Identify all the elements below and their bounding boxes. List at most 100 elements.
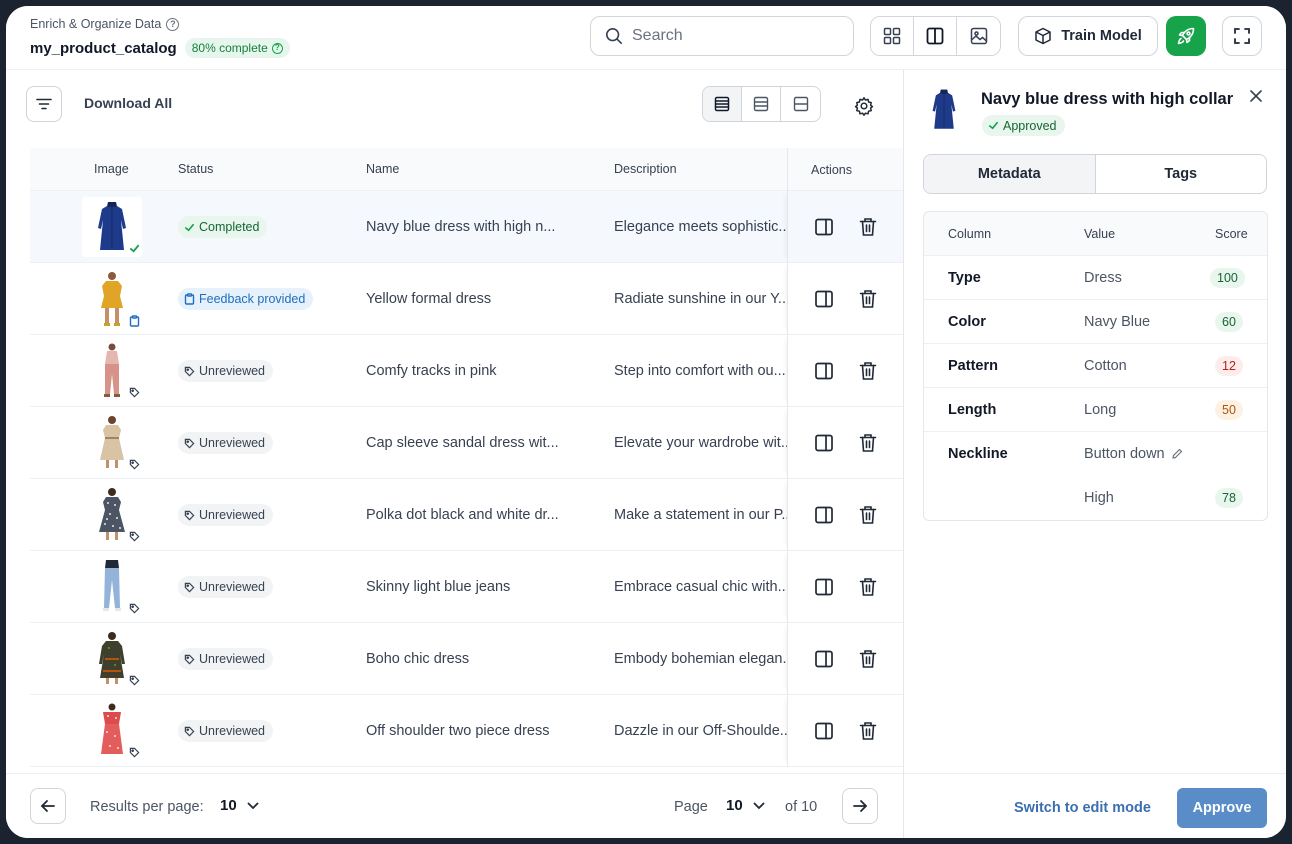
close-icon <box>1250 90 1262 102</box>
red-dress-image <box>101 703 123 754</box>
metadata-row[interactable]: Pattern Cotton 12 <box>924 344 1267 388</box>
results-per-page-select[interactable]: 10 <box>220 797 259 814</box>
metadata-row[interactable]: Length Long 50 <box>924 388 1267 432</box>
tag-icon <box>184 366 195 376</box>
score-badge: 78 <box>1215 488 1243 508</box>
train-model-label: Train Model <box>1061 28 1142 44</box>
product-thumbnail[interactable] <box>82 269 142 329</box>
table-row[interactable]: Unreviewed Skinny light blue jeans Embra… <box>30 551 903 623</box>
product-thumbnail[interactable] <box>82 413 142 473</box>
launch-button[interactable] <box>1166 16 1206 56</box>
score-badge: 12 <box>1215 356 1243 376</box>
approve-button[interactable]: Approve <box>1177 788 1267 828</box>
image-icon <box>970 27 987 45</box>
product-thumbnail[interactable] <box>82 485 142 545</box>
delete-button[interactable] <box>857 288 879 310</box>
product-description: Dazzle in our Off-Shoulde... <box>614 723 787 739</box>
tag-icon <box>127 745 142 760</box>
product-thumbnail[interactable] <box>82 629 142 689</box>
product-thumbnail[interactable] <box>82 341 142 401</box>
status-badge: Unreviewed <box>178 576 274 598</box>
metadata-row[interactable]: Color Navy Blue 60 <box>924 300 1267 344</box>
table-row[interactable]: Unreviewed Cap sleeve sandal dress wit..… <box>30 407 903 479</box>
filter-button[interactable] <box>26 86 62 122</box>
density-large-button[interactable] <box>781 87 820 121</box>
density-medium-button[interactable] <box>742 87 781 121</box>
view-toggle-group <box>870 16 1001 56</box>
page-select[interactable]: 10 <box>726 797 765 814</box>
progress-badge: 80% complete ? <box>184 38 290 58</box>
search-box[interactable] <box>590 16 854 56</box>
breadcrumb: Enrich & Organize Data ? <box>30 17 180 31</box>
trash-icon <box>859 289 877 308</box>
download-all-button[interactable]: Download All <box>84 95 172 111</box>
tag-icon <box>127 601 142 616</box>
open-panel-button[interactable] <box>813 360 835 382</box>
table-row[interactable]: Unreviewed Off shoulder two piece dress … <box>30 695 903 767</box>
delete-button[interactable] <box>857 576 879 598</box>
delete-button[interactable] <box>857 432 879 454</box>
open-panel-button[interactable] <box>813 216 835 238</box>
column-header-status: Status <box>178 162 214 176</box>
trash-icon <box>859 505 877 524</box>
open-panel-button[interactable] <box>813 720 835 742</box>
open-panel-button[interactable] <box>813 288 835 310</box>
open-panel-button[interactable] <box>813 576 835 598</box>
metadata-row[interactable]: High 78 <box>924 476 1267 520</box>
trash-icon <box>859 361 877 380</box>
metadata-row[interactable]: Type Dress 100 <box>924 256 1267 300</box>
table-row[interactable]: Unreviewed Boho chic dress Embody bohemi… <box>30 623 903 695</box>
table-header: Image Status Name Description Actions <box>30 148 903 191</box>
train-model-button[interactable]: Train Model <box>1018 16 1158 56</box>
settings-button[interactable] <box>850 92 878 120</box>
metadata-row[interactable]: Neckline Button down <box>924 432 1267 476</box>
next-page-button[interactable] <box>842 788 878 824</box>
metadata-column: Neckline <box>948 446 1008 462</box>
table-row[interactable]: Completed Navy blue dress with high n...… <box>30 191 903 263</box>
help-icon[interactable]: ? <box>166 17 180 31</box>
row-actions <box>787 623 903 694</box>
open-panel-button[interactable] <box>813 432 835 454</box>
progress-help-icon[interactable]: ? <box>271 42 283 54</box>
boho-dress-image <box>99 632 125 684</box>
delete-button[interactable] <box>857 720 879 742</box>
polka-dress-image <box>99 488 125 540</box>
product-thumbnail[interactable] <box>82 557 142 617</box>
tab-metadata[interactable]: Metadata <box>924 155 1096 193</box>
arrow-left-icon <box>41 800 55 812</box>
delete-button[interactable] <box>857 648 879 670</box>
metadata-value-text: Long <box>1084 402 1117 418</box>
product-thumbnail[interactable] <box>82 701 142 761</box>
table-row[interactable]: Feedback provided Yellow formal dress Ra… <box>30 263 903 335</box>
gear-icon <box>854 97 874 116</box>
density-compact-button[interactable] <box>703 87 742 121</box>
metadata-column: Length <box>948 402 997 418</box>
search-input[interactable] <box>632 27 832 45</box>
switch-edit-mode-link[interactable]: Switch to edit mode <box>1014 800 1151 816</box>
tag-icon <box>184 726 195 736</box>
fullscreen-button[interactable] <box>1222 16 1262 56</box>
delete-button[interactable] <box>857 360 879 382</box>
close-button[interactable] <box>1246 86 1266 106</box>
pencil-icon[interactable] <box>1171 448 1183 460</box>
status-label: Completed <box>199 220 260 234</box>
table-row[interactable]: Unreviewed Polka dot black and white dr.… <box>30 479 903 551</box>
row-actions <box>787 335 903 406</box>
grid-view-button[interactable] <box>871 17 914 55</box>
open-panel-button[interactable] <box>813 648 835 670</box>
table-row[interactable]: Unreviewed Comfy tracks in pink Step int… <box>30 335 903 407</box>
score-badge: 50 <box>1215 400 1243 420</box>
open-panel-button[interactable] <box>813 504 835 526</box>
image-view-button[interactable] <box>957 17 1000 55</box>
previous-page-button[interactable] <box>30 788 66 824</box>
split-view-button[interactable] <box>914 17 957 55</box>
product-name: Polka dot black and white dr... <box>366 507 559 523</box>
filter-icon <box>36 98 52 110</box>
rocket-icon <box>1177 27 1195 45</box>
delete-button[interactable] <box>857 504 879 526</box>
product-thumbnail[interactable] <box>82 197 142 257</box>
delete-button[interactable] <box>857 216 879 238</box>
results-per-page-label: Results per page: <box>90 799 204 815</box>
metadata-column: Type <box>948 270 981 286</box>
tab-tags[interactable]: Tags <box>1096 155 1267 193</box>
